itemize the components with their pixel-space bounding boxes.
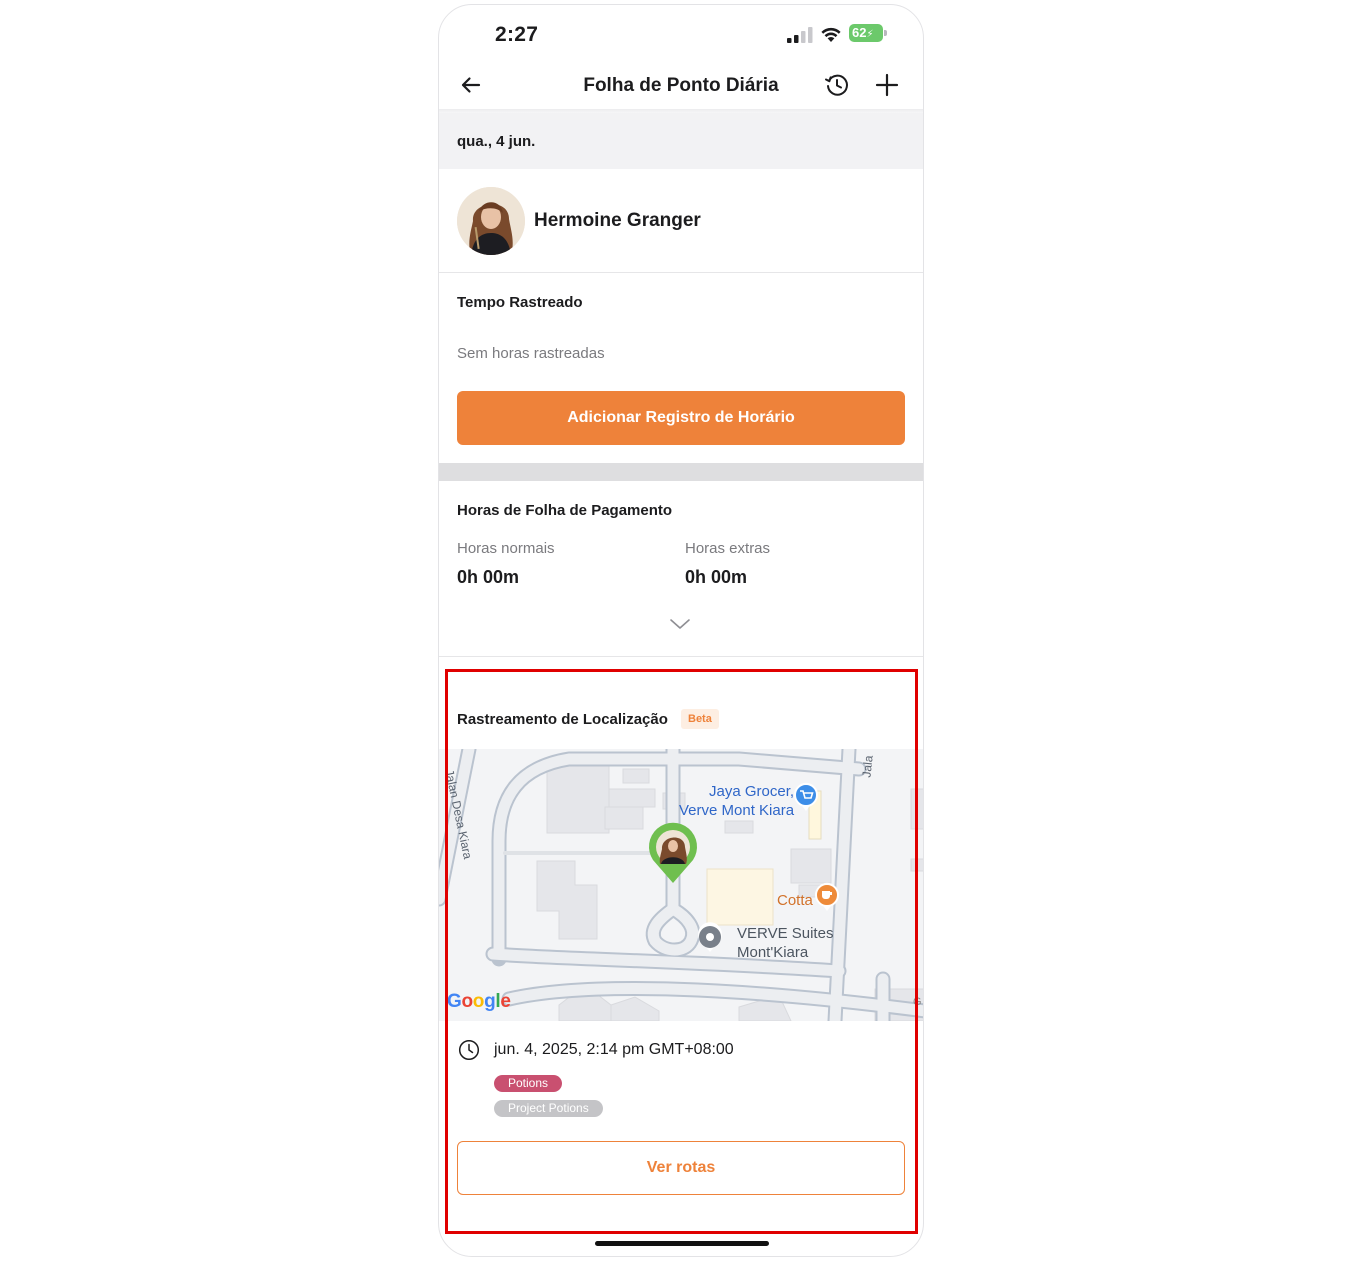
view-routes-button[interactable]: Ver rotas: [457, 1141, 905, 1195]
google-letter: e: [500, 991, 511, 1012]
location-tracking-section: Rastreamento de Localização Beta Jaya Gr…: [439, 657, 923, 1256]
status-bar: 2:27 62⚡: [439, 5, 923, 59]
google-attribution: Google: [447, 991, 511, 1013]
google-letter: g: [484, 991, 496, 1012]
payroll-title: Horas de Folha de Pagamento: [457, 502, 673, 519]
avatar-portrait-icon: [457, 187, 525, 255]
status-time: 2:27: [495, 23, 539, 46]
place-label-grocer-line2: Verve Mont Kiara: [679, 802, 795, 819]
clock-icon: [458, 1039, 480, 1061]
place-label-verve-line1: VERVE Suites: [737, 925, 834, 942]
google-letter: o: [472, 991, 485, 1012]
regular-hours-value: 0h 00m: [457, 567, 520, 587]
place-label-grocer-line1: Jaya Grocer,: [709, 783, 795, 800]
battery-icon: 62⚡: [849, 24, 887, 42]
no-hours-text: Sem horas rastreadas: [457, 345, 605, 362]
date-label: qua., 4 jun.: [457, 133, 536, 150]
section-separator: [439, 463, 923, 481]
location-entry: jun. 4, 2025, 2:14 pm GMT+08:00 Potions …: [439, 1033, 923, 1133]
history-icon[interactable]: [824, 72, 850, 98]
home-indicator: [595, 1241, 769, 1246]
tracked-time-section: Tempo Rastreado Sem horas rastreadas Adi…: [439, 273, 923, 461]
place-label-verve-line2: Mont'Kiara: [737, 944, 809, 961]
tag-project-potions: Project Potions: [494, 1100, 603, 1117]
regular-hours-label: Horas normais: [457, 540, 555, 557]
signal-icon: [787, 27, 813, 43]
page-title: Folha de Ponto Diária: [583, 75, 779, 96]
avatar: [457, 187, 525, 255]
map-canvas: [439, 749, 923, 1021]
tag-potions: Potions: [494, 1075, 563, 1092]
payroll-hours-section: Horas de Folha de Pagamento Horas normai…: [439, 481, 923, 657]
map-edge-letter: G: [913, 996, 922, 1008]
date-header: qua., 4 jun.: [439, 113, 923, 169]
location-map[interactable]: Jaya Grocer, Verve Mont Kiara Cotta VERV…: [439, 749, 923, 1021]
location-title: Rastreamento de Localização: [457, 711, 668, 728]
place-label-cotta: Cotta: [777, 892, 813, 909]
phone-frame: 2:27 62⚡ Folha de Ponto Diária qua., 4 j…: [438, 4, 924, 1257]
location-timestamp: jun. 4, 2025, 2:14 pm GMT+08:00: [494, 1041, 734, 1058]
employee-row[interactable]: Hermoine Granger: [439, 169, 923, 273]
google-letter: o: [461, 991, 473, 1012]
add-time-entry-button[interactable]: Adicionar Registro de Horário: [457, 391, 905, 445]
wifi-icon: [821, 27, 841, 42]
overtime-hours-value: 0h 00m: [685, 567, 748, 587]
battery-level: 62: [852, 25, 867, 40]
google-letter: G: [447, 991, 462, 1012]
nav-bar: Folha de Ponto Diária: [439, 59, 923, 111]
plus-icon[interactable]: [875, 73, 899, 97]
overtime-hours-label: Horas extras: [685, 540, 771, 557]
employee-name: Hermoine Granger: [534, 210, 701, 231]
chevron-down-icon[interactable]: [669, 617, 691, 631]
street-label-right: Jala: [859, 754, 876, 779]
beta-badge: Beta: [681, 709, 719, 729]
tracked-time-title: Tempo Rastreado: [457, 294, 583, 311]
